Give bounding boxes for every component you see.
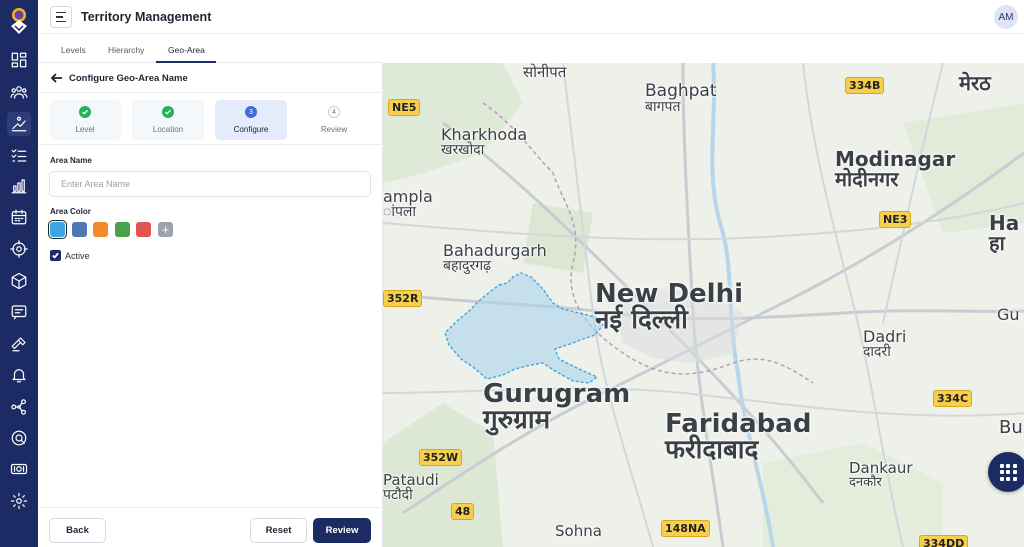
step-label: Review xyxy=(320,125,348,134)
back-button[interactable]: Back xyxy=(49,518,106,543)
configure-panel: Configure Geo-Area Name Level Location 3… xyxy=(38,63,383,547)
road-shield: 352W xyxy=(419,449,463,466)
page-title: Territory Management xyxy=(81,10,212,24)
place-label: Pataudi पटौदी xyxy=(383,471,439,503)
reset-button[interactable]: Reset xyxy=(250,518,307,543)
target-icon[interactable] xyxy=(7,237,31,261)
road-shield: NE3 xyxy=(879,211,912,228)
place-label: Ha हा xyxy=(989,211,1020,255)
territory-icon[interactable] xyxy=(7,112,31,136)
place-label: Modinagar मोदीनगर xyxy=(835,147,956,191)
color-swatch-orange[interactable] xyxy=(93,222,108,237)
road-shield: 334C xyxy=(933,390,973,407)
active-checkbox[interactable] xyxy=(50,250,61,261)
place-label: Gu xyxy=(997,305,1020,324)
app-logo[interactable] xyxy=(6,6,32,38)
checklist-icon[interactable] xyxy=(7,143,31,167)
bar-chart-icon[interactable] xyxy=(7,174,31,198)
place-label: New Delhi नई दिल्ली xyxy=(595,279,744,335)
dashboard-icon[interactable] xyxy=(7,48,31,72)
configure-title: Configure Geo-Area Name xyxy=(69,73,188,84)
tab-levels[interactable]: Levels xyxy=(61,45,86,55)
place-label: Baghpat बागपत xyxy=(645,81,717,115)
user-avatar[interactable]: AM xyxy=(994,5,1018,29)
review-button[interactable]: Review xyxy=(313,518,371,543)
bell-icon[interactable] xyxy=(7,363,31,387)
add-color-button[interactable]: + xyxy=(158,222,173,237)
menu-line-icon xyxy=(56,20,66,23)
back-arrow-icon[interactable] xyxy=(50,71,64,85)
step-number: 3 xyxy=(245,106,257,118)
road-shield: 334DD xyxy=(919,535,969,547)
place-label: मेरठ xyxy=(959,71,991,95)
road-shield: 352R xyxy=(383,290,423,307)
step-level[interactable]: Level xyxy=(49,100,121,140)
step-label: Configure xyxy=(233,125,269,134)
money-icon[interactable] xyxy=(7,457,31,481)
sidebar xyxy=(0,0,38,547)
place-label: Sohna xyxy=(555,522,602,540)
place-label: Bahadurgarh बहादुरगढ़ xyxy=(443,241,547,274)
calendar-icon[interactable] xyxy=(7,205,31,229)
step-label: Location xyxy=(152,125,184,134)
box-icon[interactable] xyxy=(7,269,31,293)
gear-icon[interactable] xyxy=(7,489,31,513)
step-label: Level xyxy=(75,125,95,134)
place-label: सोनीपत xyxy=(523,63,567,81)
road-shield: 48 xyxy=(451,503,475,520)
road-shield: NE5 xyxy=(388,99,421,116)
tab-hierarchy[interactable]: Hierarchy xyxy=(108,45,144,55)
step-number: 4 xyxy=(328,106,340,118)
check-icon xyxy=(162,106,174,118)
place-label: Dankaur दनकौर xyxy=(849,459,913,490)
color-swatch-steel-blue[interactable] xyxy=(72,222,87,237)
place-label: Gurugram गुरुग्राम xyxy=(483,379,631,435)
place-label: amplaांपला xyxy=(383,187,433,220)
check-icon xyxy=(79,106,91,118)
place-label: Kharkhoda खरखोदा xyxy=(441,125,528,158)
hierarchy-icon[interactable] xyxy=(7,395,31,419)
area-name-input[interactable] xyxy=(49,171,371,197)
color-swatch-red[interactable] xyxy=(136,222,151,237)
grid-icon xyxy=(999,463,1017,481)
tab-bar: Levels Hierarchy Geo-Area xyxy=(38,34,383,63)
active-label: Active xyxy=(65,251,90,261)
color-swatch-blue[interactable] xyxy=(48,220,67,239)
apps-grid-button[interactable] xyxy=(988,452,1024,492)
step-review[interactable]: 4 Review xyxy=(298,100,370,140)
top-header: Territory Management AM xyxy=(38,0,1024,34)
tab-geo-area[interactable]: Geo-Area xyxy=(168,45,205,55)
place-label: Faridabad फरीदाबाद xyxy=(665,409,812,465)
menu-line-icon xyxy=(56,11,66,14)
panel-footer: Back Reset Review xyxy=(38,507,383,547)
area-color-label: Area Color xyxy=(50,207,91,216)
place-label: Bu xyxy=(999,417,1023,438)
message-icon[interactable] xyxy=(7,300,31,324)
configure-header: Configure Geo-Area Name xyxy=(38,63,383,93)
road-shield: 334B xyxy=(845,77,885,94)
hammer-icon[interactable] xyxy=(7,332,31,356)
support-icon[interactable] xyxy=(7,426,31,450)
road-shield: 148NA xyxy=(661,520,710,537)
users-icon[interactable] xyxy=(7,80,31,104)
step-configure[interactable]: 3 Configure xyxy=(215,100,287,140)
color-swatch-green[interactable] xyxy=(115,222,130,237)
app-root: Territory Management AM Levels Hierarchy… xyxy=(0,0,1024,547)
area-name-label: Area Name xyxy=(50,156,92,165)
menu-toggle-button[interactable] xyxy=(50,6,72,28)
map-view[interactable]: सोनीपत Baghpat बागपत मेरठ Kharkhoda खरखोदा… xyxy=(383,63,1024,547)
step-location[interactable]: Location xyxy=(132,100,204,140)
menu-line-icon xyxy=(56,16,63,18)
stepper: Level Location 3 Configure 4 Review xyxy=(38,93,383,145)
place-label: Dadri दादरी xyxy=(863,327,907,360)
